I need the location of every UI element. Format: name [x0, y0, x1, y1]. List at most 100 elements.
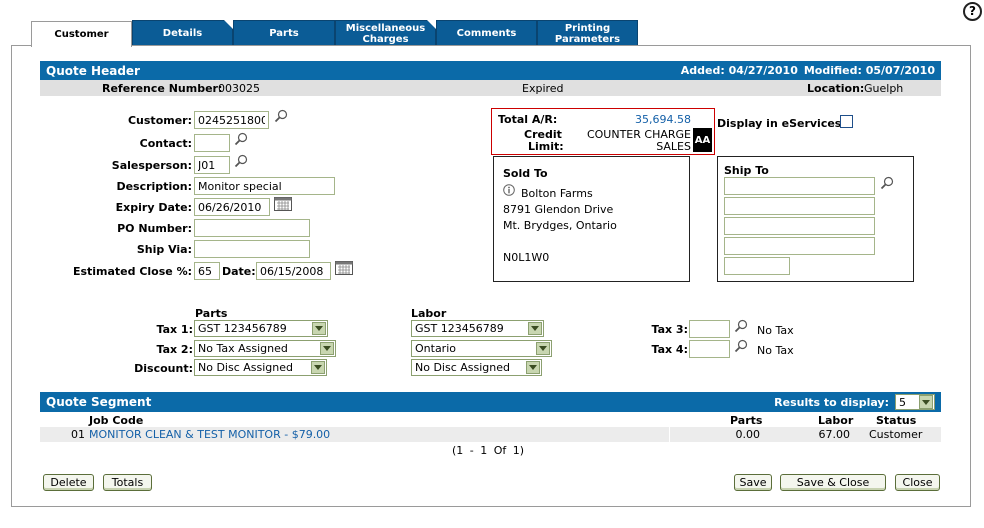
- chevron-down-icon: [311, 361, 325, 374]
- row-job-code-link[interactable]: MONITOR CLEAN & TEST MONITOR - $79.00: [89, 428, 330, 441]
- tab-printing-parameters[interactable]: Printing Parameters: [537, 20, 638, 46]
- estimated-close-input[interactable]: [194, 262, 220, 280]
- select-value: 5: [899, 395, 906, 409]
- table-row[interactable]: 01 MONITOR CLEAN & TEST MONITOR - $79.00…: [40, 427, 941, 442]
- chevron-down-icon: [919, 395, 933, 409]
- reference-label: Reference Number:: [102, 82, 223, 95]
- info-icon[interactable]: [503, 184, 515, 196]
- help-icon[interactable]: ?: [963, 2, 982, 21]
- ship-to-postal-input[interactable]: [724, 257, 790, 275]
- sold-to-name: Bolton Farms: [521, 187, 593, 200]
- select-value: GST 123456789: [198, 322, 287, 335]
- expiry-date-label: Expiry Date:: [115, 201, 192, 214]
- quote-header-bar: Quote Header Added: 04/27/2010 Modified:…: [40, 61, 941, 80]
- select-value: GST 123456789: [415, 322, 504, 335]
- close-date-input[interactable]: [256, 262, 331, 280]
- tax4-label: Tax 4:: [651, 343, 689, 356]
- ship-to-line2-input[interactable]: [724, 197, 875, 215]
- tab-miscellaneous-charges[interactable]: Miscellaneous Charges: [335, 20, 436, 46]
- row-parts: 0.00: [735, 428, 761, 441]
- po-number-input[interactable]: [194, 219, 310, 237]
- total-ar-value[interactable]: 35,694.58: [635, 113, 691, 126]
- sold-to-box: Sold To Bolton Farms 8791 Glendon Drive …: [493, 156, 690, 282]
- ship-via-input[interactable]: [194, 240, 310, 258]
- customer-label: Customer:: [127, 114, 192, 127]
- quote-segment-title: Quote Segment: [46, 395, 152, 409]
- ship-to-box: Ship To: [717, 156, 914, 282]
- estimated-close-label: Estimated Close %:: [72, 265, 192, 278]
- tab-label: Details: [162, 28, 203, 39]
- salesperson-input[interactable]: [194, 156, 230, 174]
- select-value: No Disc Assigned: [198, 361, 294, 374]
- ship-to-line3-input[interactable]: [724, 217, 875, 235]
- ship-to-line1-input[interactable]: [724, 177, 875, 195]
- expiry-calendar-icon[interactable]: [274, 197, 292, 211]
- ship-to-title: Ship To: [724, 164, 769, 177]
- ship-to-search-icon[interactable]: [880, 176, 894, 190]
- customer-search-icon[interactable]: [274, 109, 288, 123]
- sold-to-address2: Mt. Brydges, Ontario: [503, 219, 617, 232]
- labor-tax-header: Labor: [411, 307, 447, 320]
- chevron-down-icon: [320, 342, 334, 355]
- row-number: 01: [71, 428, 85, 441]
- location-value: Guelph: [864, 82, 904, 95]
- status-text: Expired: [522, 82, 564, 95]
- chevron-down-icon: [312, 322, 326, 335]
- ship-to-line4-input[interactable]: [724, 237, 875, 255]
- contact-search-icon[interactable]: [234, 132, 248, 146]
- close-button[interactable]: Close: [895, 474, 940, 491]
- parts-tax-header: Parts: [195, 307, 228, 320]
- tax3-input[interactable]: [689, 320, 730, 338]
- labor-tax1-select[interactable]: GST 123456789: [411, 320, 544, 337]
- customer-input[interactable]: [194, 111, 269, 129]
- added-date: Added: 04/27/2010: [680, 64, 798, 77]
- col-parts: Parts: [730, 414, 763, 427]
- close-date-calendar-icon[interactable]: [335, 261, 353, 275]
- pager-text: (1 - 1 Of 1): [452, 444, 525, 457]
- row-status: Customer: [869, 428, 923, 441]
- save-button[interactable]: Save: [734, 474, 772, 491]
- tab-details[interactable]: Details: [132, 20, 233, 46]
- select-value: No Disc Assigned: [415, 361, 511, 374]
- chevron-down-icon: [528, 322, 542, 335]
- tax4-input[interactable]: [689, 340, 730, 358]
- ship-via-label: Ship Via:: [136, 243, 192, 256]
- column-divider: [669, 427, 670, 442]
- sold-to-title: Sold To: [503, 167, 548, 180]
- labor-tax2-select[interactable]: Ontario: [411, 340, 552, 357]
- tab-label: Customer: [54, 29, 109, 40]
- parts-discount-select[interactable]: No Disc Assigned: [194, 359, 327, 376]
- tax3-label: Tax 3:: [651, 323, 689, 336]
- total-ar-label: Total A/R:: [498, 113, 558, 126]
- quote-info-bar: Reference Number: 003025 Expired Locatio…: [40, 80, 941, 96]
- delete-button[interactable]: Delete: [43, 474, 94, 491]
- tax4-search-icon[interactable]: [734, 339, 748, 353]
- quote-segment-bar: Quote Segment Results to display: 5: [40, 392, 941, 412]
- expiry-date-input[interactable]: [194, 198, 270, 216]
- discount-label: Discount:: [134, 362, 193, 375]
- eservices-checkbox[interactable]: [840, 115, 853, 128]
- tab-parts[interactable]: Parts: [233, 20, 335, 46]
- modified-date: Modified: 05/07/2010: [803, 64, 935, 77]
- quote-header-title: Quote Header: [46, 63, 140, 78]
- parts-tax2-select[interactable]: No Tax Assigned: [194, 340, 336, 357]
- eservices-label: Display in eServices:: [717, 117, 846, 130]
- results-select[interactable]: 5: [895, 394, 935, 410]
- tab-label: Comments: [456, 28, 517, 39]
- row-labor: 67.00: [818, 428, 851, 441]
- tab-customer[interactable]: Customer: [31, 21, 132, 47]
- parts-tax1-select[interactable]: GST 123456789: [194, 320, 328, 337]
- tax3-search-icon[interactable]: [734, 319, 748, 333]
- labor-discount-select[interactable]: No Disc Assigned: [411, 359, 542, 376]
- contact-input[interactable]: [194, 134, 230, 152]
- salesperson-label: Salesperson:: [111, 159, 192, 172]
- select-value: Ontario: [415, 342, 456, 355]
- save-close-button[interactable]: Save & Close: [780, 474, 886, 491]
- salesperson-search-icon[interactable]: [234, 154, 248, 168]
- tab-comments[interactable]: Comments: [436, 20, 537, 46]
- location-label: Location:: [807, 82, 865, 95]
- description-input[interactable]: [194, 177, 335, 195]
- totals-button[interactable]: Totals: [103, 474, 152, 491]
- credit-value-line2: SALES: [656, 140, 691, 153]
- limit-label: Limit:: [528, 140, 564, 153]
